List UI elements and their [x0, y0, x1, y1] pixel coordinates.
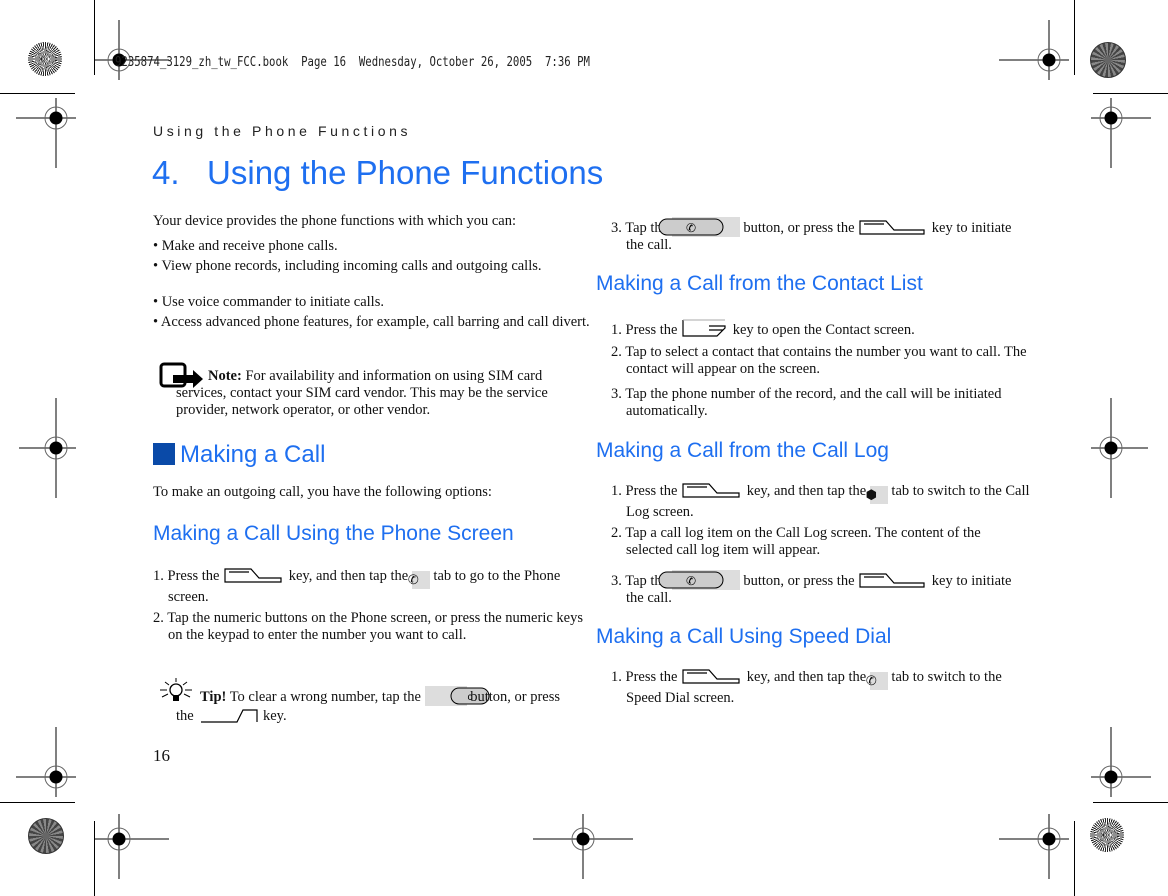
crop-mark	[1074, 821, 1075, 896]
step-text: 1. Press the	[611, 669, 682, 685]
crop-mark	[0, 802, 75, 803]
subsection-title-call-log: Making a Call from the Call Log	[596, 439, 889, 462]
step-text: 1. Press the	[153, 568, 224, 584]
send-key-icon	[682, 669, 740, 684]
step-text: 1. Press the	[611, 322, 682, 338]
svg-text:✆: ✆	[686, 574, 696, 588]
crop-mark	[0, 93, 75, 94]
phone-tab-icon[interactable]: ✆	[408, 571, 430, 589]
intro-bullet: • View phone records, including incoming…	[153, 258, 542, 274]
send-key-icon	[859, 220, 925, 235]
step-text: key, and then tap the	[285, 568, 412, 584]
phone-screen-step-3: 3. Tap the ✆ button, or press the key to…	[611, 217, 1031, 254]
registration-star-icon	[1090, 42, 1126, 78]
note-text: Note: For availability and information o…	[176, 368, 566, 419]
call-log-tab-icon[interactable]: ⬢	[866, 486, 888, 504]
tip-text: Tip! To clear a wrong number, tap the c …	[176, 686, 571, 725]
phone-screen-step-1: 1. Press the key, and then tap the ✆ tab…	[153, 566, 588, 606]
call-button-image[interactable]: ✆	[658, 570, 740, 590]
crop-mark	[94, 821, 95, 896]
call-button-image[interactable]: ✆	[658, 217, 740, 237]
subsection-title-speed-dial: Making a Call Using Speed Dial	[596, 625, 892, 648]
page-number: 16	[153, 746, 170, 765]
crop-mark	[1093, 802, 1168, 803]
intro-bullet: • Make and receive phone calls.	[153, 238, 338, 254]
clear-key-icon	[201, 709, 258, 723]
chapter-title: 4. Using the Phone Functions	[152, 154, 604, 191]
crop-mark	[1074, 0, 1075, 75]
phone-screen-step-2: 2. Tap the numeric buttons on the Phone …	[153, 610, 583, 643]
clear-button-image[interactable]: c	[424, 686, 490, 706]
speed-dial-step-1: 1. Press the key, and then tap the ✆ tab…	[611, 667, 1031, 707]
step-text: key, and then tap the	[743, 669, 870, 685]
section-title-making-a-call: Making a Call	[153, 441, 326, 468]
contact-list-step-1: 1. Press the key to open the Contact scr…	[611, 318, 1031, 339]
contact-list-step-3: 3. Tap the phone number of the record, a…	[611, 386, 1002, 419]
intro-bullet: • Access advanced phone features, for ex…	[153, 314, 590, 330]
crop-mark	[1093, 93, 1168, 94]
crop-mark	[94, 0, 95, 75]
contact-list-step-2: 2. Tap to select a contact that contains…	[611, 344, 1027, 377]
call-log-step-1: 1. Press the key, and then tap the ⬢ tab…	[611, 481, 1031, 521]
send-key-icon	[224, 568, 282, 583]
intro-bullet: • Use voice commander to initiate calls.	[153, 294, 384, 310]
send-key-icon	[682, 483, 740, 498]
tip-body: To clear a wrong number, tap the	[226, 689, 425, 705]
contacts-key-icon	[682, 319, 726, 337]
speed-dial-tab-icon[interactable]: ✆	[866, 672, 888, 690]
registration-star-icon	[28, 818, 64, 854]
step-text: 1. Press the	[611, 483, 682, 499]
making-a-call-intro: To make an outgoing call, you have the f…	[153, 484, 492, 500]
send-key-icon	[859, 573, 925, 588]
call-log-step-3: 3. Tap the ✆ button, or press the key to…	[611, 570, 1031, 607]
svg-text:✆: ✆	[686, 221, 696, 235]
section-square-icon	[153, 443, 175, 465]
step-text: button, or press the	[739, 573, 859, 589]
intro-lead: Your device provides the phone functions…	[153, 213, 516, 229]
tip-body: key.	[259, 708, 287, 724]
running-head: Using the Phone Functions	[153, 123, 412, 139]
registration-star-icon	[1090, 818, 1124, 852]
registration-star-icon	[28, 42, 62, 76]
print-slug: 9235874_3129_zh_tw_FCC.book Page 16 Wedn…	[115, 55, 590, 70]
call-log-step-2: 2. Tap a call log item on the Call Log s…	[611, 525, 981, 558]
step-text: key to open the Contact screen.	[729, 322, 915, 338]
step-text: button, or press the	[739, 220, 859, 236]
section-title-text: Making a Call	[180, 441, 326, 468]
subsection-title-phone-screen: Making a Call Using the Phone Screen	[153, 522, 514, 545]
step-text: key, and then tap the	[743, 483, 870, 499]
subsection-title-contact-list: Making a Call from the Contact List	[596, 272, 923, 295]
note-label: Note:	[208, 368, 242, 384]
tip-label: Tip!	[200, 689, 227, 705]
